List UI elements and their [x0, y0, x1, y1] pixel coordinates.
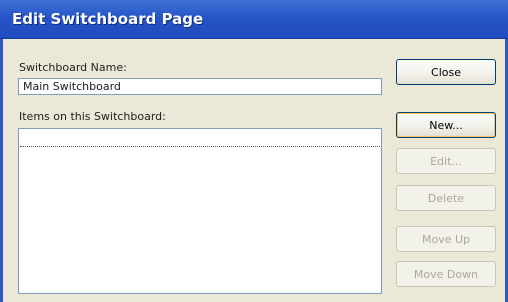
- items-listbox[interactable]: [18, 128, 382, 294]
- title-bar[interactable]: Edit Switchboard Page: [0, 0, 508, 39]
- edit-button[interactable]: Edit...: [396, 148, 496, 174]
- switchboard-name-label: Switchboard Name:: [19, 61, 127, 74]
- items-list-label: Items on this Switchboard:: [19, 110, 166, 123]
- move-down-button[interactable]: Move Down: [396, 261, 496, 287]
- move-up-button[interactable]: Move Up: [396, 226, 496, 252]
- new-button[interactable]: New...: [396, 112, 496, 138]
- close-button[interactable]: Close: [396, 59, 496, 85]
- list-item[interactable]: [20, 130, 380, 147]
- close-button-label: Close: [431, 66, 461, 79]
- move-down-button-label: Move Down: [413, 268, 479, 281]
- delete-button[interactable]: Delete: [396, 185, 496, 211]
- window-title: Edit Switchboard Page: [12, 10, 204, 28]
- new-button-label: New...: [429, 119, 463, 132]
- delete-button-label: Delete: [427, 192, 465, 205]
- switchboard-name-input[interactable]: Main Switchboard: [18, 78, 382, 95]
- edit-button-label: Edit...: [430, 155, 462, 168]
- move-up-button-label: Move Up: [421, 233, 471, 246]
